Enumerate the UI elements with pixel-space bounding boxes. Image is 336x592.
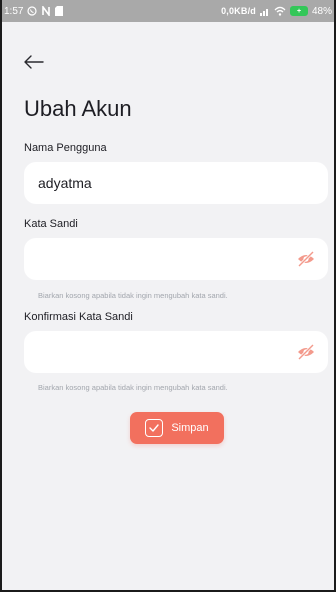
signal-icon (259, 7, 270, 16)
save-button-label: Simpan (171, 422, 209, 434)
whatsapp-icon (27, 6, 38, 16)
status-bar-right: 0,0KB/d + 48% (221, 6, 332, 17)
battery-percent: 48% (311, 5, 332, 17)
arrow-left-icon (24, 55, 44, 69)
battery-icon: + (289, 6, 308, 16)
network-speed: 0,0KB/d (221, 6, 256, 16)
back-button[interactable] (24, 52, 50, 72)
username-field-container (24, 162, 328, 204)
wifi-icon (274, 6, 286, 16)
eye-off-icon[interactable] (296, 249, 316, 269)
n-icon (41, 6, 51, 16)
confirm-password-label: Konfirmasi Kata Sandi (24, 311, 133, 323)
password-field-container (24, 238, 328, 280)
username-label: Nama Pengguna (24, 142, 107, 154)
status-bar: 1:57 0,0KB/d + 48% (2, 0, 334, 22)
password-input[interactable] (38, 251, 314, 267)
confirm-password-input[interactable] (38, 344, 314, 360)
sd-card-icon (55, 6, 64, 16)
confirm-password-field-container (24, 331, 328, 373)
password-hint: Biarkan kosong apabila tidak ingin mengu… (38, 291, 228, 300)
check-square-icon (145, 419, 164, 437)
status-bar-left: 1:57 (4, 5, 64, 17)
page-title: Ubah Akun (24, 96, 132, 121)
eye-off-icon[interactable] (296, 342, 316, 362)
status-time: 1:57 (4, 5, 24, 17)
edit-account-screen: 1:57 0,0KB/d + 48% Ubah Akun Nama Penggu… (0, 0, 336, 592)
save-button[interactable]: Simpan (130, 412, 224, 444)
confirm-password-hint: Biarkan kosong apabila tidak ingin mengu… (38, 383, 228, 392)
password-label: Kata Sandi (24, 218, 78, 230)
username-input[interactable] (38, 175, 314, 191)
